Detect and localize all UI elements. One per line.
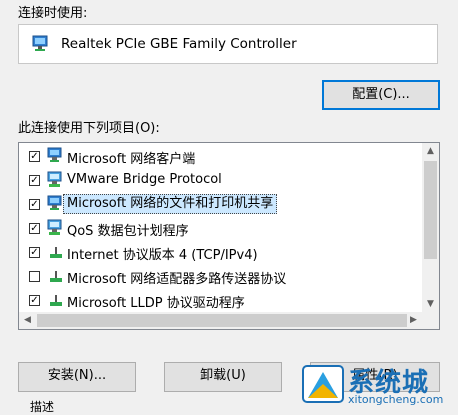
list-item[interactable]: ✓ Internet 协议版本 4 (TCP/IPv4) bbox=[19, 241, 419, 265]
list-item[interactable]: ✓ Microsoft 网络的文件和打印机共享 bbox=[19, 193, 419, 217]
item-checkbox[interactable] bbox=[29, 271, 40, 282]
network-adapter-icon bbox=[31, 35, 51, 57]
install-button[interactable]: 安装(N)... bbox=[18, 362, 136, 392]
horizontal-scrollbar[interactable]: ◀ ▶ bbox=[19, 312, 439, 329]
item-label: QoS 数据包计划程序 bbox=[67, 224, 189, 239]
list-item[interactable]: ✓ QoS 数据包计划程序 bbox=[19, 217, 419, 241]
protocol-icon bbox=[47, 243, 65, 265]
horizontal-scroll-thumb[interactable] bbox=[37, 314, 407, 327]
list-item[interactable]: ✓ Microsoft LLDP 协议驱动程序 bbox=[19, 289, 419, 313]
scroll-up-icon[interactable]: ▲ bbox=[422, 143, 439, 160]
watermark-logo-icon bbox=[302, 364, 344, 408]
adapter-box: Realtek PCIe GBE Family Controller bbox=[18, 24, 438, 64]
scroll-down-icon[interactable]: ▼ bbox=[422, 296, 439, 313]
configure-button[interactable]: 配置(C)... bbox=[322, 80, 440, 110]
item-checkbox[interactable]: ✓ bbox=[29, 223, 40, 234]
scroll-left-icon[interactable]: ◀ bbox=[19, 312, 36, 329]
watermark-url: xitongcheng.com bbox=[348, 393, 444, 406]
adapter-name: Realtek PCIe GBE Family Controller bbox=[61, 36, 297, 52]
vertical-scroll-thumb[interactable] bbox=[424, 161, 437, 259]
item-label: Microsoft 网络的文件和打印机共享 bbox=[63, 194, 278, 214]
connect-using-label: 连接时使用: bbox=[18, 6, 88, 21]
item-label: Microsoft LLDP 协议驱动程序 bbox=[67, 296, 245, 311]
network-service-icon bbox=[47, 219, 65, 241]
item-checkbox[interactable]: ✓ bbox=[29, 151, 40, 162]
item-label: Microsoft 网络适配器多路传送器协议 bbox=[67, 272, 287, 287]
items-label: 此连接使用下列项目(O): bbox=[18, 121, 160, 136]
list-item[interactable]: ✓ VMware Bridge Protocol bbox=[19, 169, 419, 193]
list-item[interactable]: ✓ Microsoft 网络客户端 bbox=[19, 145, 419, 169]
item-label: Microsoft 网络客户端 bbox=[67, 152, 196, 167]
components-list[interactable]: ✓ Microsoft 网络客户端 ✓ VMware Bridge Protocol ✓… bbox=[18, 142, 440, 330]
watermark: 系统城 xitongcheng.com bbox=[298, 360, 458, 409]
protocol-icon bbox=[47, 267, 65, 289]
protocol-icon bbox=[47, 291, 65, 313]
network-service-icon bbox=[47, 171, 65, 193]
scroll-right-icon[interactable]: ▶ bbox=[405, 312, 422, 329]
description-label: 描述 bbox=[30, 400, 55, 414]
uninstall-button[interactable]: 卸载(U) bbox=[164, 362, 282, 392]
item-checkbox[interactable]: ✓ bbox=[29, 247, 40, 258]
item-label: VMware Bridge Protocol bbox=[67, 172, 222, 187]
item-checkbox[interactable]: ✓ bbox=[29, 295, 40, 306]
vertical-scrollbar[interactable]: ▲ ▼ bbox=[422, 143, 439, 313]
item-checkbox[interactable]: ✓ bbox=[29, 175, 40, 186]
network-client-icon bbox=[47, 147, 65, 169]
item-label: Internet 协议版本 4 (TCP/IPv4) bbox=[67, 248, 258, 263]
list-item[interactable]: Microsoft 网络适配器多路传送器协议 bbox=[19, 265, 419, 289]
item-checkbox[interactable]: ✓ bbox=[29, 199, 40, 210]
